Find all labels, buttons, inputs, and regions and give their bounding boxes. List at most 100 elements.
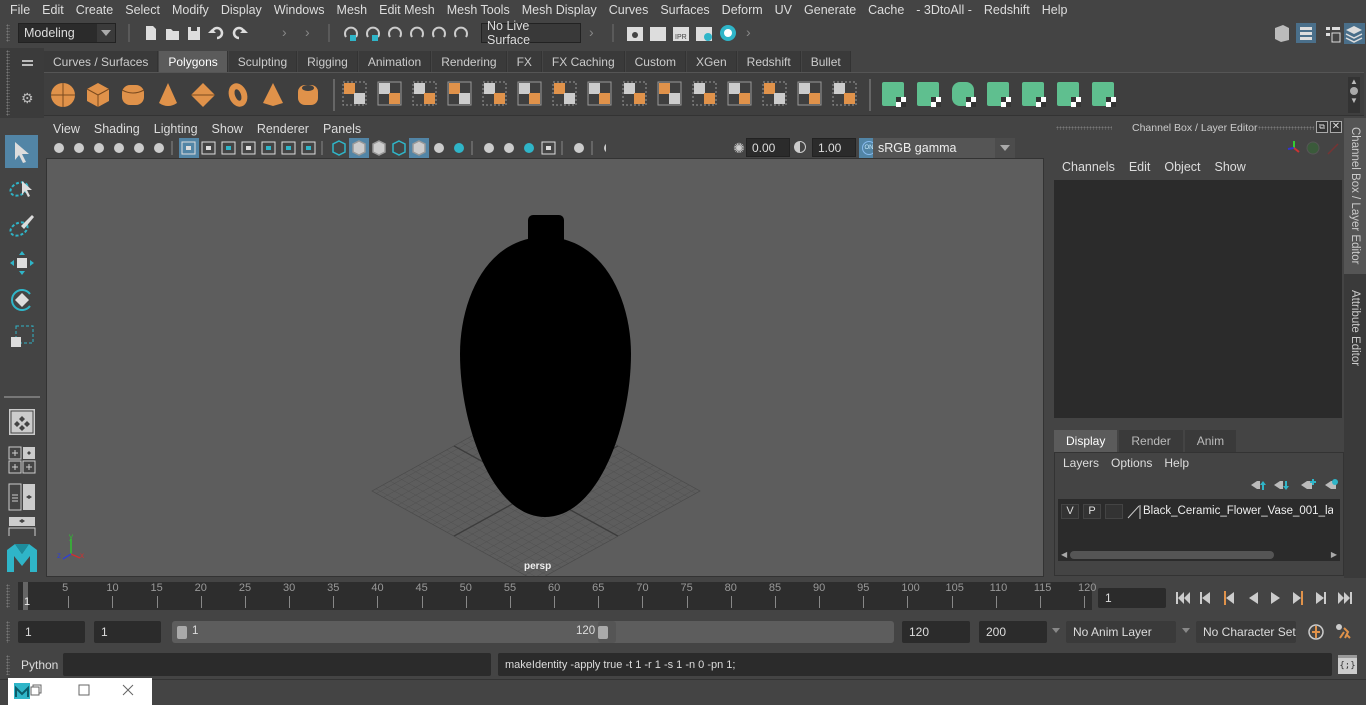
new-layer-selected-icon[interactable] xyxy=(1325,479,1338,489)
scroll-thumb[interactable] xyxy=(1350,87,1358,95)
layer-display-type-toggle[interactable] xyxy=(1105,503,1123,519)
script-editor-icon[interactable]: {;} xyxy=(1338,655,1357,674)
playback-end-field[interactable]: 120 xyxy=(902,621,970,643)
layer-menu-help[interactable]: Help xyxy=(1160,456,1197,470)
layer-tab-render[interactable]: Render xyxy=(1119,430,1183,452)
character-set-dropdown[interactable]: No Character Set xyxy=(1196,621,1296,643)
new-file-icon[interactable] xyxy=(146,26,156,40)
shelf-tab-animation[interactable]: Animation xyxy=(358,51,432,72)
go-to-start-icon[interactable] xyxy=(1176,592,1190,604)
menu-mesh[interactable]: Mesh xyxy=(331,3,374,17)
panel-menu-shading[interactable]: Shading xyxy=(87,122,147,136)
close-icon[interactable]: ✕ xyxy=(1330,121,1342,133)
menu-file[interactable]: File xyxy=(4,3,36,17)
cylindrical-uv-icon[interactable] xyxy=(917,82,941,107)
close-icon[interactable] xyxy=(122,684,134,696)
end-time-field[interactable]: 200 xyxy=(979,621,1047,643)
poly-pipe-icon[interactable] xyxy=(298,85,318,105)
menu-select[interactable]: Select xyxy=(119,3,166,17)
scroll-up-icon[interactable]: ▲ xyxy=(1348,77,1360,86)
menu-edit[interactable]: Edit xyxy=(36,3,70,17)
separate-icon[interactable] xyxy=(377,81,402,106)
poly-pyramid-icon[interactable] xyxy=(263,83,283,106)
single-perspective-layout[interactable] xyxy=(5,405,38,438)
film-gate-icon[interactable] xyxy=(201,141,216,155)
render-view-icon[interactable] xyxy=(627,27,643,41)
auto-key-icon[interactable] xyxy=(1308,624,1324,640)
panel-menu-lighting[interactable]: Lighting xyxy=(147,122,205,136)
isolate-select-icon[interactable] xyxy=(574,143,584,153)
image-plane-icon[interactable] xyxy=(114,143,124,153)
paint-select-tool[interactable] xyxy=(5,209,38,242)
shelf-tab-polygons[interactable]: Polygons xyxy=(159,51,228,72)
grip-handle[interactable] xyxy=(6,24,10,42)
tab-attribute-editor[interactable]: Attribute Editor xyxy=(1344,278,1366,378)
poly-cylinder-icon[interactable] xyxy=(121,85,145,105)
menu-surfaces[interactable]: Surfaces xyxy=(654,3,715,17)
shelf-menu-icon[interactable] xyxy=(22,60,33,66)
anim-layer-dropdown[interactable]: No Anim Layer xyxy=(1066,621,1176,643)
scale-tool[interactable] xyxy=(5,320,38,353)
boolean-icon[interactable] xyxy=(797,81,822,106)
wireframe-icon[interactable] xyxy=(332,140,346,156)
shelf-tab-sculpting[interactable]: Sculpting xyxy=(228,51,298,72)
gate-mask-icon[interactable] xyxy=(241,141,256,155)
panel-menu-panels[interactable]: Panels xyxy=(316,122,368,136)
shelf-tab-xgen[interactable]: XGen xyxy=(686,51,737,72)
menu-redshift[interactable]: Redshift xyxy=(978,3,1036,17)
menu-help[interactable]: Help xyxy=(1036,3,1074,17)
render-frame-icon[interactable] xyxy=(650,27,666,41)
shelf-tab-fx[interactable]: FX xyxy=(507,51,542,72)
cb-menu-object[interactable]: Object xyxy=(1158,160,1208,174)
multicut-icon[interactable] xyxy=(552,81,577,106)
scroll-right-icon[interactable]: ▶ xyxy=(1331,550,1337,559)
attribute-editor-icon[interactable] xyxy=(1296,23,1316,43)
resolution-gate-icon[interactable] xyxy=(221,141,236,155)
layer-hscrollbar[interactable]: ◀ ▶ xyxy=(1058,549,1340,561)
menu-edit-mesh[interactable]: Edit Mesh xyxy=(373,3,441,17)
poly-diamond-icon[interactable] xyxy=(191,83,215,107)
tool-settings-icon[interactable] xyxy=(1326,27,1341,43)
insert-edgeloop-icon[interactable] xyxy=(727,81,752,106)
grip-handle[interactable] xyxy=(6,50,10,116)
hypershade-icon[interactable] xyxy=(720,25,736,41)
layer-row[interactable]: V P Black_Ceramic_Flower_Vase_001_layer xyxy=(1061,502,1341,520)
cb-menu-channels[interactable]: Channels xyxy=(1056,160,1123,174)
extrude-icon[interactable] xyxy=(517,81,542,106)
layer-tab-anim[interactable]: Anim xyxy=(1184,430,1237,452)
menu-cache[interactable]: Cache xyxy=(862,3,910,17)
layer-menu-layers[interactable]: Layers xyxy=(1059,456,1107,470)
step-back-frame-icon[interactable] xyxy=(1224,591,1234,605)
scroll-thumb[interactable] xyxy=(1070,551,1274,559)
bridge-icon[interactable] xyxy=(587,81,612,106)
cut-sew-uv-icon[interactable] xyxy=(1092,82,1116,107)
maximize-icon[interactable] xyxy=(78,684,90,696)
hyper-icon[interactable] xyxy=(1327,143,1339,155)
shelf-scroll[interactable]: ▲ ▼ xyxy=(1348,77,1360,113)
collapse-arrow-icon[interactable]: › xyxy=(589,24,594,40)
panel-menu-renderer[interactable]: Renderer xyxy=(250,122,316,136)
camera-select-icon[interactable] xyxy=(54,143,64,153)
smooth-shade-icon[interactable] xyxy=(349,138,369,158)
move-layer-up-icon[interactable] xyxy=(1251,481,1266,490)
smooth-icon[interactable] xyxy=(447,81,472,106)
collapse-arrow-icon[interactable]: › xyxy=(746,24,751,40)
grip-handle[interactable] xyxy=(1258,126,1314,130)
bevel-icon[interactable] xyxy=(482,81,507,106)
menu-modify[interactable]: Modify xyxy=(166,3,215,17)
planar-uv-icon[interactable] xyxy=(882,82,906,107)
safe-action-icon[interactable] xyxy=(281,141,296,155)
shelf-tab-bullet[interactable]: Bullet xyxy=(801,51,851,72)
scroll-down-icon[interactable]: ▼ xyxy=(1348,96,1360,105)
cb-menu-edit[interactable]: Edit xyxy=(1123,160,1159,174)
2d-pan-zoom-icon[interactable] xyxy=(134,143,144,153)
speed-icon[interactable] xyxy=(1306,141,1320,155)
open-file-icon[interactable] xyxy=(166,29,179,40)
motion-blur-icon[interactable] xyxy=(504,143,514,153)
four-view-layout[interactable] xyxy=(5,443,38,476)
playback-start-field[interactable]: 1 xyxy=(94,621,161,643)
menu-3dtoall[interactable]: - 3DtoAll - xyxy=(910,3,978,17)
move-layer-down-icon[interactable] xyxy=(1274,481,1289,490)
mirror-icon[interactable] xyxy=(412,81,437,106)
panel-menu-show[interactable]: Show xyxy=(205,122,250,136)
